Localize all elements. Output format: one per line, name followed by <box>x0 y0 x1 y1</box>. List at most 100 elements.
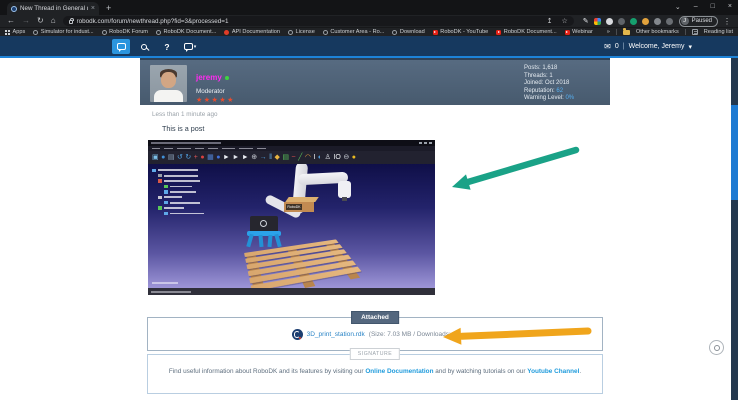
help-button[interactable]: ? <box>158 39 176 54</box>
bookmark-item[interactable]: Webinars - YouTube <box>565 29 593 35</box>
online-documentation-link[interactable]: Online Documentation <box>365 368 433 375</box>
bookmarks-overflow-icon[interactable]: » <box>607 29 610 35</box>
bookmark-label: Webinars - YouTube <box>572 29 593 35</box>
chevron-down-icon[interactable]: ▾ <box>688 43 692 51</box>
grid-extension-icon[interactable] <box>594 18 601 25</box>
app-toolbar-icon: + <box>194 153 198 162</box>
circle-icon <box>714 345 720 351</box>
url-input[interactable]: robodk.com/forum/newthread.php?fid=3&pro… <box>63 16 574 26</box>
maximize-button[interactable]: □ <box>711 3 715 10</box>
yt-bookmark-icon <box>433 30 438 35</box>
folder-icon <box>623 30 630 35</box>
tab-strip: New Thread in General questio... × + ⌄ –… <box>0 0 738 15</box>
bookmark-item[interactable]: Customer Area - Ro... <box>323 29 385 35</box>
bookmark-label: RoboDK Forum <box>109 29 148 35</box>
profile-button[interactable]: J Paused <box>679 16 718 27</box>
reading-list-button[interactable]: Reading list <box>704 29 733 35</box>
app-tree <box>152 168 204 217</box>
app-toolbar-icon: ◆ <box>275 153 280 162</box>
bookmark-label: Simulator for indust... <box>41 29 94 35</box>
tree-row <box>152 179 204 184</box>
circle-extension-icon[interactable] <box>606 18 613 25</box>
bookmarks-bar: Apps Simulator for indust... RoboDK Forum R… <box>0 27 738 36</box>
attachment-file-link[interactable]: 3D_print_station.rdk <box>307 331 365 338</box>
bookmarks-list: Apps Simulator for indust... RoboDK Forum R… <box>5 29 593 35</box>
bookmark-item[interactable]: Simulator for indust... <box>33 29 93 35</box>
close-button[interactable]: × <box>728 3 732 10</box>
bookmark-item[interactable]: Apps <box>5 29 25 35</box>
green-annotation-arrow <box>440 144 585 196</box>
bookmark-label: RoboDK - YouTube <box>440 29 488 35</box>
post-image-robodk-screenshot[interactable]: ▣●▤↺↻+●▦●►►►⊕→‖◆▤~╱◠I◐♙IO⊖● Ro <box>148 140 435 295</box>
divider <box>685 29 686 35</box>
bookmark-item[interactable]: RoboDK Document... <box>156 29 216 35</box>
bookmark-item[interactable]: RoboDK Document... <box>496 29 556 35</box>
app-status-bar <box>148 288 435 295</box>
app-toolbar-icon: ╱ <box>298 153 302 162</box>
page-scrollbar[interactable] <box>731 58 738 400</box>
forum-index-button[interactable] <box>112 39 130 54</box>
app-toolbar: ▣●▤↺↻+●▦●►►►⊕→‖◆▤~╱◠I◐♙IO⊖● <box>148 151 435 164</box>
avatar[interactable] <box>150 65 187 102</box>
pencil-extension-icon[interactable]: ✎ <box>583 18 589 25</box>
floating-widget-button[interactable] <box>709 340 724 355</box>
bookmark-item[interactable]: RoboDK Forum <box>102 29 148 35</box>
divider: | <box>623 43 625 50</box>
bookmark-item[interactable]: RoboDK - YouTube <box>433 29 489 35</box>
stat-line: Joined: Oct 2018 <box>524 80 574 88</box>
tab-title: New Thread in General questio... <box>20 5 88 12</box>
url-text: robodk.com/forum/newthread.php?fid=3&pro… <box>77 18 538 25</box>
browser-menu-icon[interactable]: ⋮ <box>723 17 731 26</box>
bookmark-label: Customer Area - Ro... <box>330 29 384 35</box>
unread-count[interactable]: 0 <box>615 43 619 50</box>
home-icon[interactable]: ⌂ <box>51 17 56 25</box>
back-icon[interactable]: ← <box>7 17 15 25</box>
browser-tab[interactable]: New Thread in General questio... × <box>7 2 99 15</box>
bookmark-item[interactable]: Download <box>392 29 424 35</box>
dark-extension-icon[interactable] <box>618 18 625 25</box>
help-icon: ? <box>164 42 169 52</box>
youtube-channel-link[interactable]: Youtube Channel <box>527 368 579 375</box>
search-button[interactable] <box>135 39 153 54</box>
app-toolbar-icon: ▦ <box>207 153 214 162</box>
reload-icon[interactable]: ↻ <box>37 17 44 25</box>
share-icon[interactable]: ↥ <box>547 17 553 25</box>
tab-search-icon[interactable]: ⌄ <box>675 3 681 11</box>
bookmark-item[interactable]: License <box>288 29 315 35</box>
stat-line: Threads: 1 <box>524 73 574 81</box>
forward-icon[interactable]: → <box>22 17 30 25</box>
gray-extension-icon[interactable] <box>654 18 661 25</box>
avatar: J <box>681 17 689 25</box>
bookmark-label: RoboDK Document... <box>163 29 216 35</box>
envelope-icon[interactable]: ✉ <box>604 42 611 51</box>
chat-extension-icon[interactable] <box>666 18 673 25</box>
app-toolbar-icon: ▤ <box>282 153 289 162</box>
bookmark-star-icon[interactable]: ☆ <box>561 17 567 25</box>
bookmark-item[interactable]: API Documentation <box>224 29 280 35</box>
chevron-down-icon: ▾ <box>194 44 197 50</box>
app-toolbar-icon: ‖ <box>269 153 272 162</box>
thread-post: jeremy Moderator ★★★★★ Posts: 1,618Threa… <box>140 58 610 400</box>
rdk-bookmark-icon <box>102 30 107 35</box>
welcome-user-menu[interactable]: Welcome, Jeremy <box>629 43 685 50</box>
new-tab-button[interactable]: + <box>106 3 111 13</box>
bookmarks-right: » Other bookmarks Reading list <box>607 29 733 35</box>
profile-status: Paused <box>692 18 712 24</box>
other-bookmarks-button[interactable]: Other bookmarks <box>636 29 679 35</box>
messages-button[interactable]: ▾ <box>181 39 199 54</box>
rdk-bookmark-icon <box>323 30 328 35</box>
grammarly-extension-icon[interactable] <box>630 18 637 25</box>
scrollbar-thumb[interactable] <box>731 105 738 200</box>
tab-close-icon[interactable]: × <box>91 5 95 12</box>
stat-line: Posts: 1,618 <box>524 65 574 73</box>
rdk-file-icon <box>292 329 303 340</box>
cardboard-box-3d-model: RoboDK <box>284 197 317 212</box>
amber-extension-icon[interactable] <box>642 18 649 25</box>
forum-header: ? ▾ ✉ 0 | Welcome, Jeremy ▾ <box>0 36 738 58</box>
attachment-meta: (Size: 7.03 MB / Downloads: 0) <box>369 331 459 338</box>
signature-text: Find useful information about RoboDK and… <box>147 368 603 375</box>
lock-icon <box>69 20 73 24</box>
bookmark-label: Apps <box>13 29 26 35</box>
minimize-button[interactable]: – <box>694 3 698 10</box>
username-link[interactable]: jeremy <box>196 73 222 82</box>
